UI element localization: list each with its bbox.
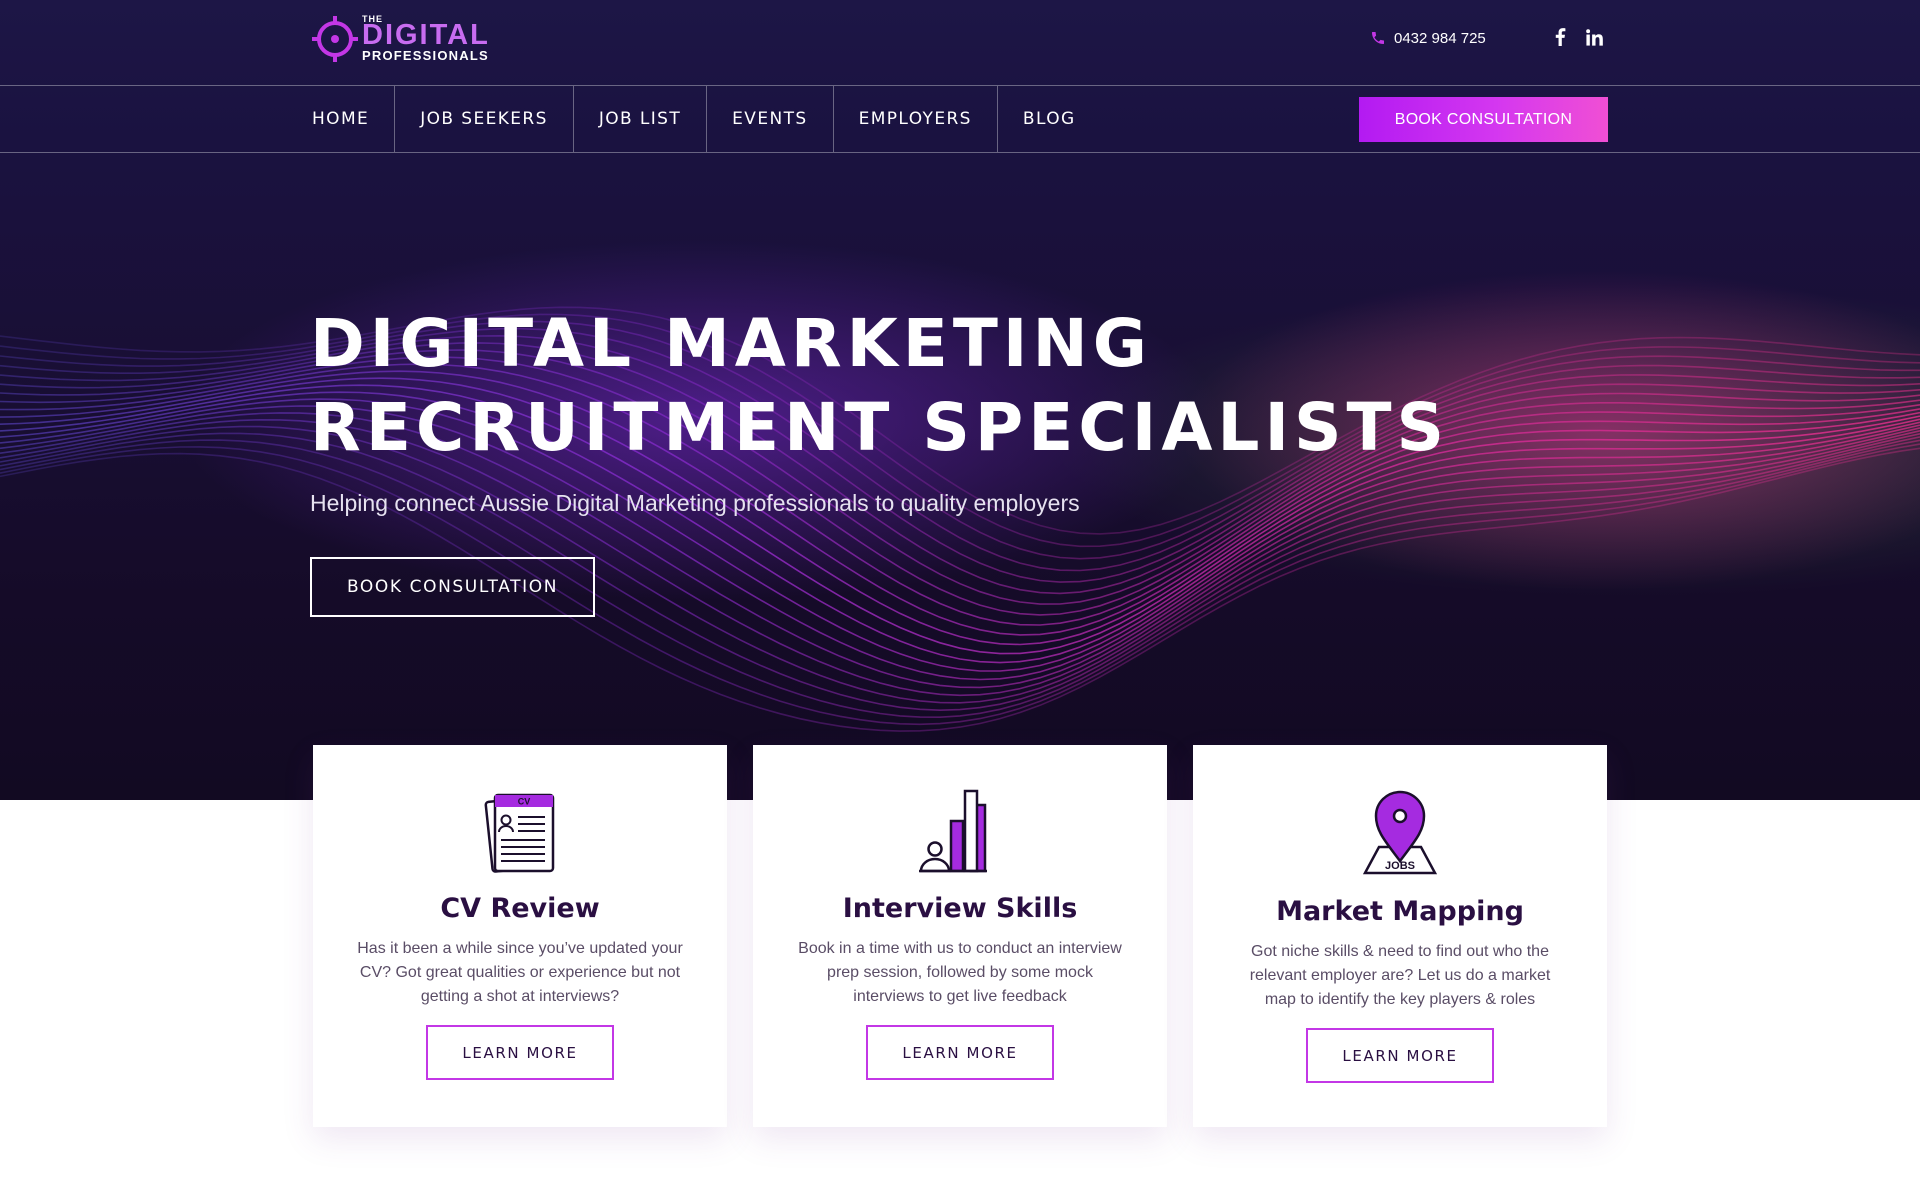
svg-text:JOBS: JOBS — [1385, 860, 1415, 872]
nav-item-blog[interactable]: BLOG — [996, 86, 1101, 152]
nav-item-events[interactable]: EVENTS — [706, 86, 832, 152]
facebook-icon[interactable] — [1549, 26, 1571, 48]
card-cv-review: CV CV Review Has it been a while since y… — [313, 745, 727, 1127]
card-description: Got niche skills & need to find out who … — [1249, 943, 1551, 1008]
cv-document-icon: CV — [484, 793, 555, 873]
nav-item-job-seekers[interactable]: JOB SEEKERS — [394, 86, 573, 152]
card-title: Market Mapping — [1276, 896, 1524, 927]
learn-more-button[interactable]: LEARN MORE — [866, 1025, 1054, 1080]
book-consultation-hero-button[interactable]: BOOK CONSULTATION — [310, 557, 595, 617]
linkedin-icon[interactable] — [1583, 26, 1605, 48]
nav-item-employers[interactable]: EMPLOYERS — [832, 86, 997, 152]
card-description: Book in a time with us to conduct an int… — [798, 940, 1122, 1005]
hero-title: DIGITAL MARKETING RECRUITMENT SPECIALIST… — [310, 302, 1510, 470]
hero-title-line-1: DIGITAL MARKETING — [310, 305, 1152, 382]
card-title: Interview Skills — [842, 893, 1078, 924]
card-interview-skills: Interview Skills Book in a time with us … — [753, 745, 1167, 1127]
svg-text:CV: CV — [518, 797, 531, 807]
interview-chart-icon — [919, 789, 987, 873]
book-consultation-nav-button[interactable]: BOOK CONSULTATION — [1359, 97, 1608, 142]
hero-subtitle: Helping connect Aussie Digital Marketing… — [310, 490, 1080, 516]
nav-menu: HOME JOB SEEKERS JOB LIST EVENTS EMPLOYE… — [312, 86, 1101, 152]
nav-item-home[interactable]: HOME — [312, 86, 394, 152]
card-title: CV Review — [440, 893, 600, 924]
card-market-mapping: JOBS Market Mapping Got niche skills & n… — [1193, 745, 1607, 1127]
main-nav: HOME JOB SEEKERS JOB LIST EVENTS EMPLOYE… — [0, 86, 1920, 153]
logo-sub-text: PROFESSIONALS — [362, 48, 489, 63]
learn-more-button[interactable]: LEARN MORE — [1306, 1028, 1494, 1083]
phone-number: 0432 984 725 — [1394, 29, 1486, 47]
hero-title-line-2: RECRUITMENT SPECIALISTS — [310, 389, 1450, 466]
logo-main-text: DIGITAL — [362, 19, 490, 51]
card-description: Has it been a while since you’ve updated… — [357, 940, 683, 1005]
target-logo-icon — [312, 16, 358, 62]
phone-link[interactable]: 0432 984 725 — [1370, 26, 1486, 50]
top-bar: THE DIGITAL PROFESSIONALS 0432 984 725 — [0, 0, 1920, 86]
jobs-map-pin-icon: JOBS — [1362, 790, 1438, 875]
learn-more-button[interactable]: LEARN MORE — [426, 1025, 614, 1080]
site-logo[interactable]: THE DIGITAL PROFESSIONALS — [312, 14, 512, 64]
nav-item-job-list[interactable]: JOB LIST — [572, 86, 706, 152]
phone-icon — [1372, 32, 1384, 44]
